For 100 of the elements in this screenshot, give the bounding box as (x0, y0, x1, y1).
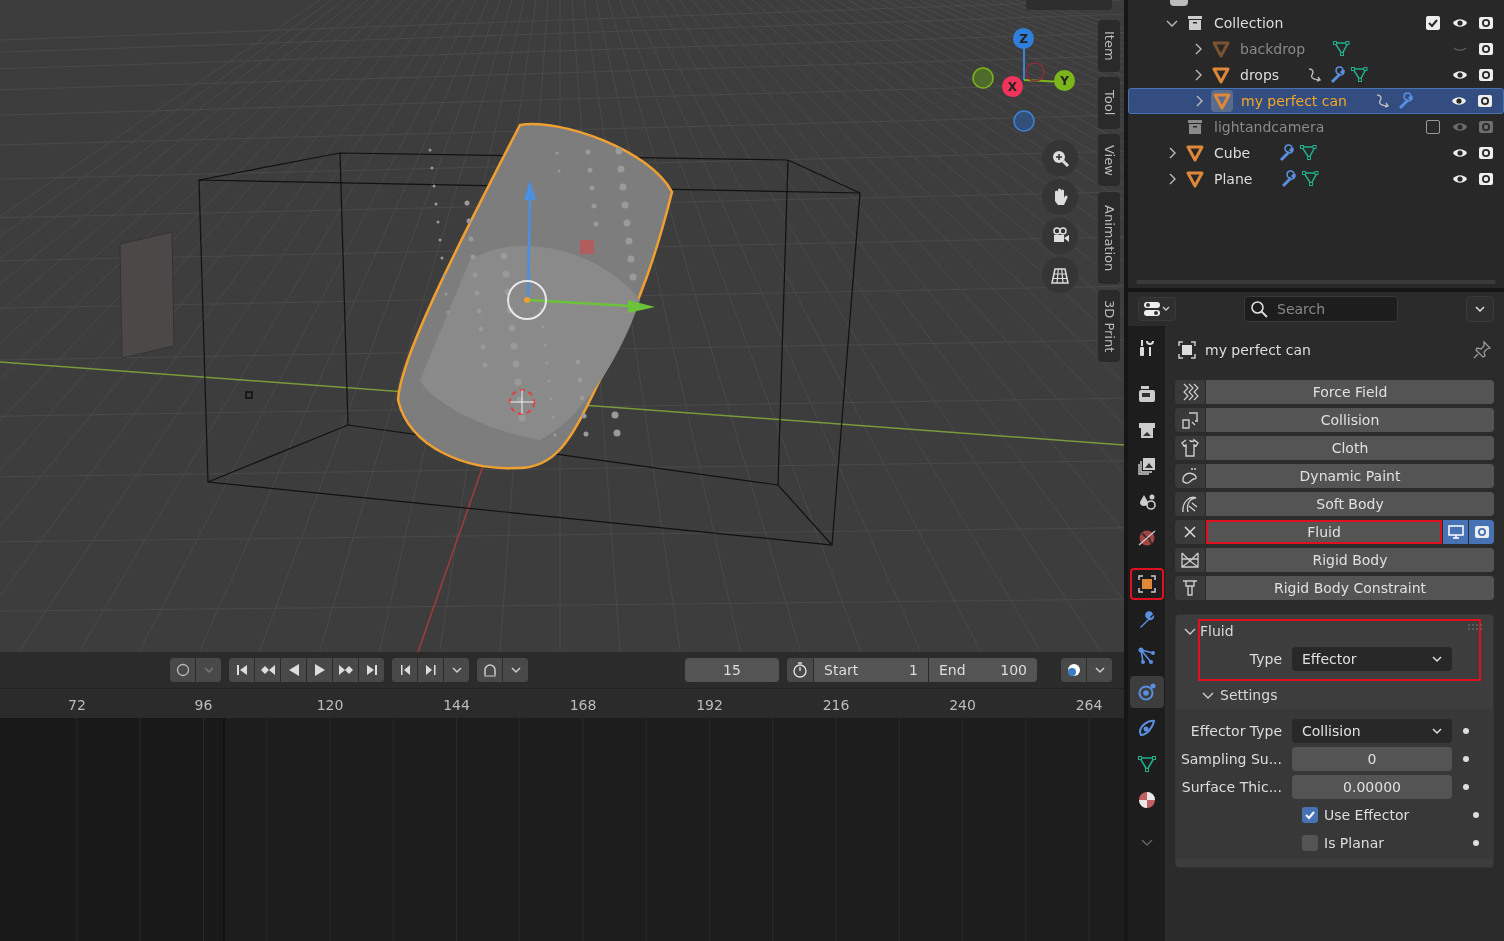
keyframe-dot-icon[interactable] (1462, 727, 1470, 735)
keyframe-dot-icon[interactable] (1472, 839, 1480, 847)
sidebar-tab[interactable]: Tool (1098, 77, 1120, 129)
negative-x-axis-handle[interactable] (1025, 62, 1045, 82)
sidebar-tab[interactable]: 3D Print (1098, 290, 1120, 362)
checkbox-label[interactable]: Use Effector (1324, 804, 1462, 826)
dynamic-paint-button[interactable]: Dynamic Paint (1206, 464, 1494, 488)
mesh-icon[interactable] (1333, 40, 1352, 58)
grid-button[interactable] (1042, 257, 1078, 293)
mesh-icon[interactable] (1302, 170, 1321, 188)
wrench-icon[interactable] (1329, 66, 1348, 84)
checkbox[interactable] (1302, 807, 1318, 823)
keyframe-back-icon (260, 663, 275, 677)
rigid-body-button[interactable]: Rigid Body (1206, 548, 1494, 572)
pin-icon[interactable] (1472, 340, 1492, 360)
search-field[interactable]: Search (1244, 296, 1398, 322)
outliner-item-name[interactable]: my perfect can (1241, 90, 1347, 112)
options-dropdown-button[interactable] (1466, 296, 1494, 322)
collision-icon-button[interactable] (1175, 408, 1205, 432)
preview-range-button[interactable] (787, 658, 813, 682)
negative-y-axis-handle[interactable] (972, 67, 994, 89)
playback-button[interactable] (1061, 658, 1086, 682)
snapping-menu-button[interactable] (503, 658, 528, 682)
axis-handle[interactable]: Y (1054, 70, 1075, 91)
mesh-icon[interactable] (1351, 66, 1370, 84)
panel-title[interactable]: Fluid (1200, 620, 1234, 642)
checkbox[interactable] (1426, 120, 1440, 134)
selected-row-highlight[interactable]: my perfect can (1128, 88, 1504, 114)
jump-end-button[interactable] (359, 658, 384, 682)
sidebar-tab[interactable]: View (1098, 134, 1120, 186)
physics-tab[interactable] (1129, 676, 1164, 708)
frame-number: 192 (696, 696, 723, 715)
fluid-button[interactable]: Fluid (1206, 520, 1442, 544)
force-field-icon-button[interactable] (1175, 380, 1205, 404)
previous-key-button[interactable] (392, 658, 417, 682)
sidebar-tab[interactable]: Item (1098, 20, 1120, 72)
drag-handle-icon[interactable] (1467, 623, 1483, 631)
snapping-button[interactable] (477, 658, 502, 682)
outliner-item-name[interactable]: backdrop (1240, 38, 1306, 60)
previous-keyframe-button[interactable] (255, 658, 280, 682)
soft-body-button[interactable]: Soft Body (1206, 492, 1494, 516)
sidebar-tab[interactable]: Animation (1098, 192, 1120, 284)
play-button[interactable] (307, 658, 332, 682)
camera-icon[interactable] (1478, 41, 1494, 57)
outliner-item-name[interactable]: Collection (1214, 12, 1284, 34)
current-frame-field[interactable]: 15 (685, 658, 779, 682)
keying-menu-button[interactable] (444, 658, 469, 682)
object-tab[interactable] (1129, 568, 1164, 600)
subpanel-title[interactable]: Settings (1220, 684, 1278, 706)
rigid-body-constraint-icon-button[interactable] (1175, 576, 1205, 600)
camera-icon[interactable] (1477, 93, 1493, 109)
outliner-item-name[interactable]: drops (1240, 64, 1280, 86)
cloth-icon-button[interactable] (1175, 436, 1205, 460)
keyframe-dot-icon[interactable] (1462, 783, 1470, 791)
keyframe-dot-icon[interactable] (1472, 811, 1480, 819)
object-triangle-icon (1212, 66, 1230, 84)
axis-handle[interactable]: X (1002, 76, 1023, 97)
camera-icon[interactable] (1478, 67, 1494, 83)
wrench-icon[interactable] (1396, 92, 1415, 110)
camera-icon[interactable] (1478, 171, 1494, 187)
force-field-button[interactable]: Force Field (1206, 380, 1494, 404)
mesh-icon[interactable] (1300, 144, 1319, 162)
start-frame-field[interactable]: Start 1 (814, 658, 928, 682)
checkbox[interactable] (1302, 835, 1318, 851)
render-toggle-button[interactable] (1469, 520, 1494, 544)
number-field[interactable]: 0.00000 (1292, 775, 1452, 799)
hand-button[interactable] (1042, 179, 1078, 215)
record-button[interactable] (170, 658, 195, 682)
outliner-item-name[interactable]: lightandcamera (1214, 116, 1325, 138)
editor-type-button[interactable] (1138, 297, 1176, 321)
type-dropdown[interactable]: Effector (1292, 647, 1452, 671)
camera-icon[interactable] (1478, 145, 1494, 161)
jump-start-button[interactable] (229, 658, 254, 682)
keyframe-dot-icon[interactable] (1462, 755, 1470, 763)
checkbox-label[interactable]: Is Planar (1324, 832, 1462, 854)
number-field[interactable]: 0 (1292, 747, 1452, 771)
remove-button[interactable] (1175, 520, 1205, 544)
soft-body-icon-button[interactable] (1175, 492, 1205, 516)
rigid-body-icon-button[interactable] (1175, 548, 1205, 572)
outliner-item-name[interactable]: Plane (1214, 168, 1253, 190)
play-reverse-button[interactable] (281, 658, 306, 682)
cloth-button[interactable]: Cloth (1206, 436, 1494, 460)
rigid-body-constraint-button[interactable]: Rigid Body Constraint (1206, 576, 1494, 600)
axis-handle[interactable]: Z (1013, 28, 1034, 49)
wrench-icon[interactable] (1280, 170, 1299, 188)
negative-z-axis-handle[interactable] (1013, 110, 1035, 132)
next-key-button[interactable] (418, 658, 443, 682)
camera-button[interactable] (1042, 218, 1078, 254)
wrench-icon[interactable] (1278, 144, 1297, 162)
outliner-item-name[interactable]: Cube (1214, 142, 1251, 164)
zoom-button[interactable] (1042, 140, 1078, 176)
collision-button[interactable]: Collision (1206, 408, 1494, 432)
end-frame-field[interactable]: End 100 (929, 658, 1037, 682)
camera-icon[interactable] (1478, 15, 1494, 31)
dynamic-paint-icon-button[interactable] (1175, 464, 1205, 488)
viewport-toggle-button[interactable] (1443, 520, 1468, 544)
next-keyframe-button[interactable] (333, 658, 358, 682)
checkbox[interactable] (1426, 16, 1440, 30)
dropdown[interactable]: Collision (1292, 719, 1452, 743)
data-icon (1136, 754, 1157, 774)
